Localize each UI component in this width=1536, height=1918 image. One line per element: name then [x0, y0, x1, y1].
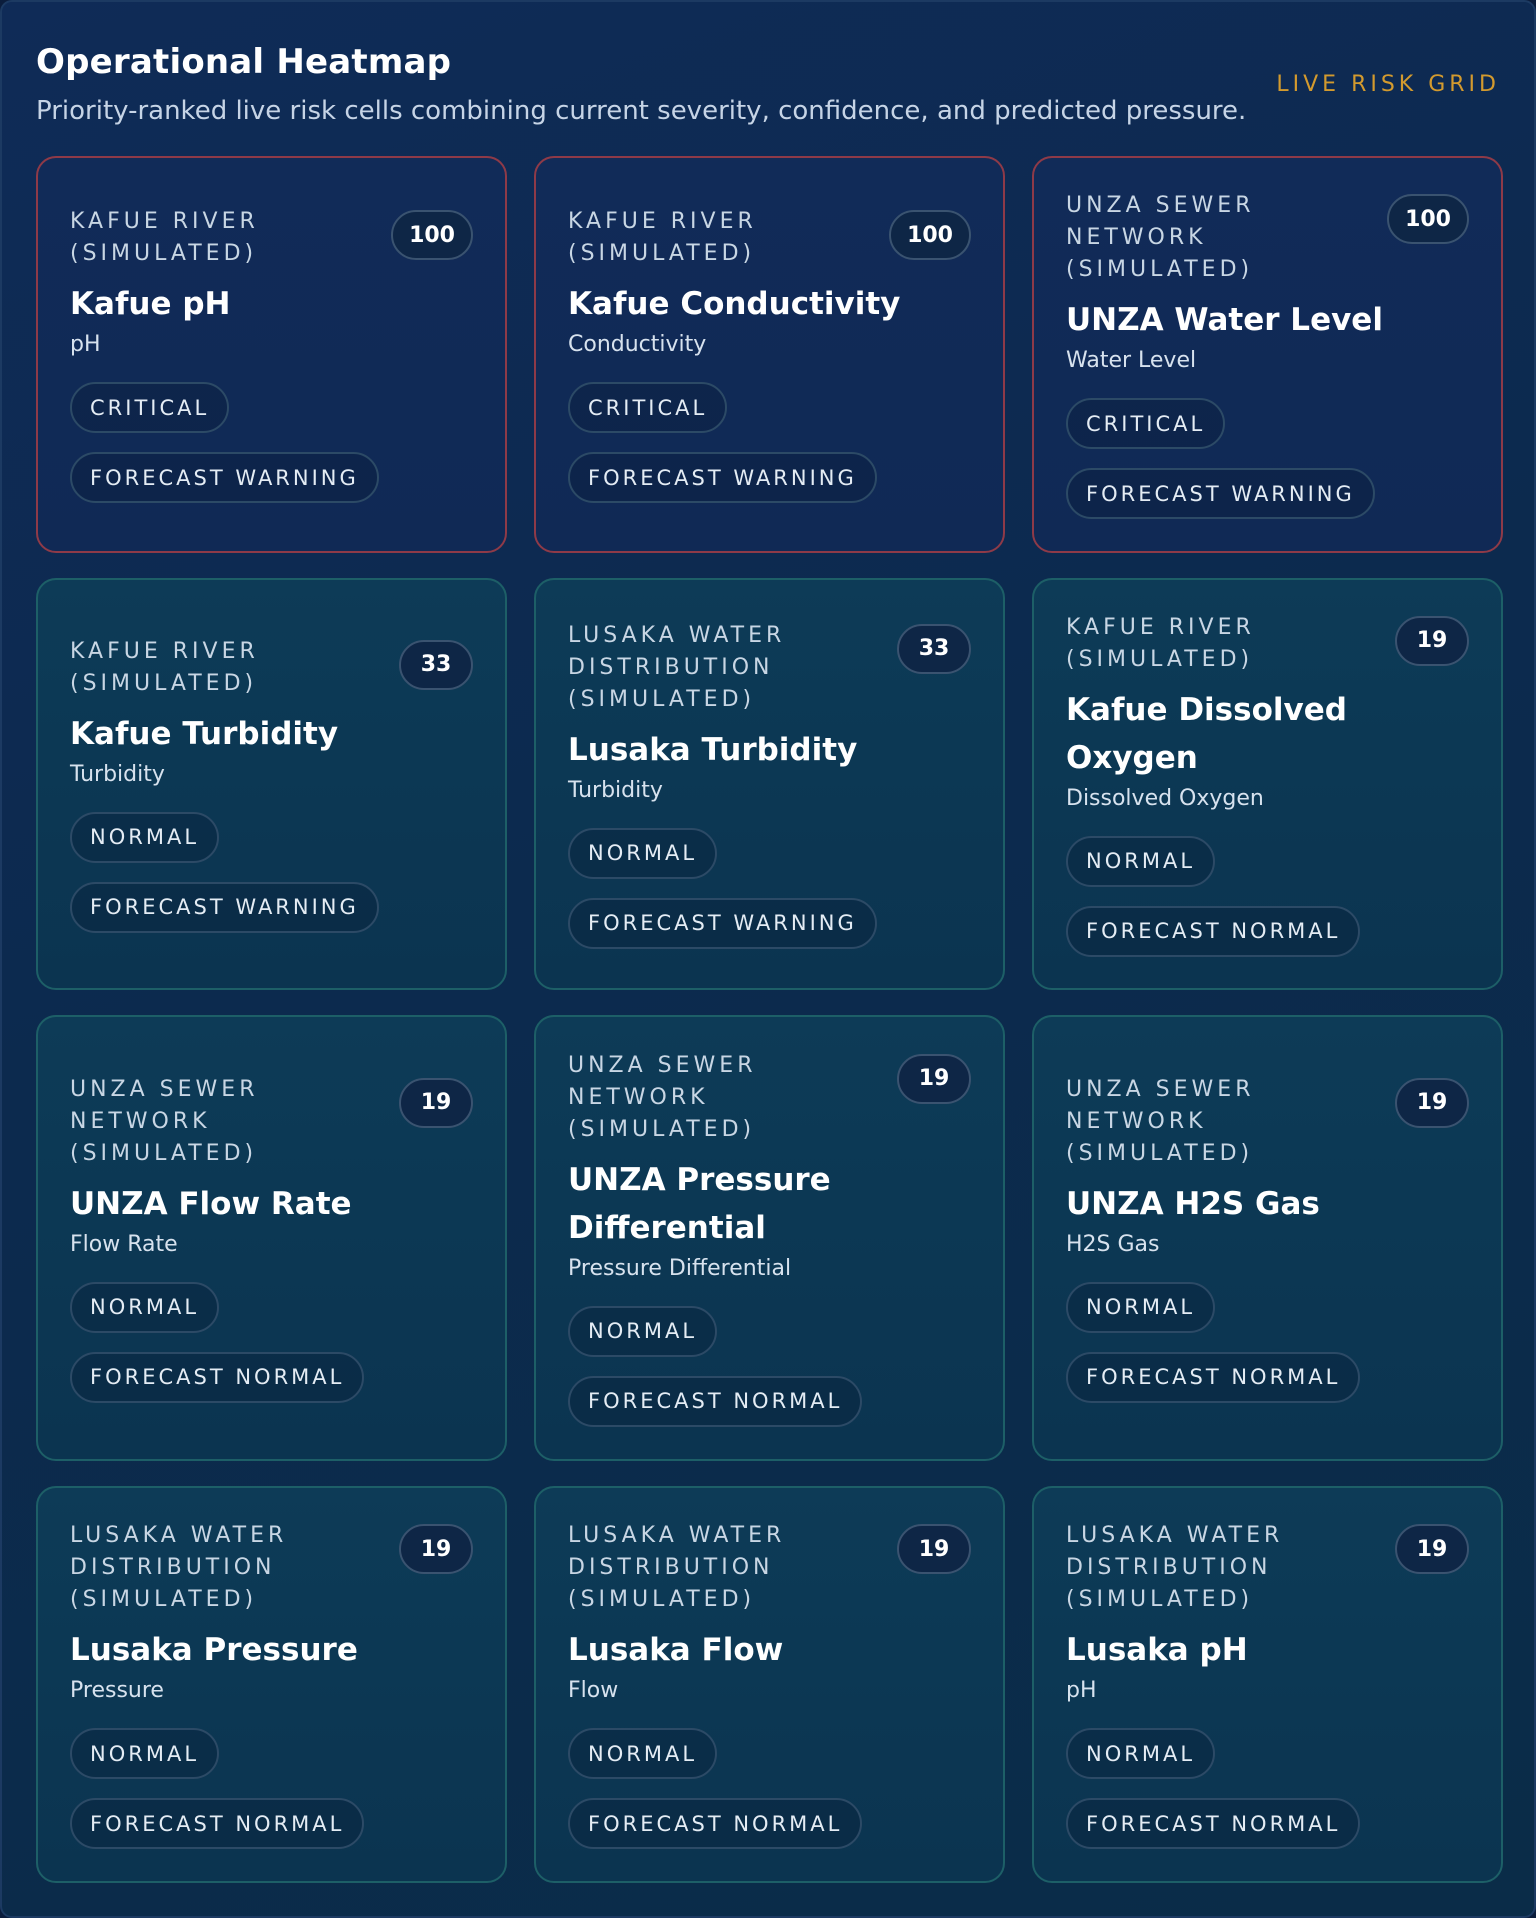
- risk-card[interactable]: UNZA SEWER NETWORK (SIMULATED) 19 UNZA P…: [534, 1015, 1005, 1461]
- card-site: LUSAKA WATER DISTRIBUTION (SIMULATED): [1066, 1523, 1284, 1612]
- panel-subtitle: Priority-ranked live risk cells combinin…: [36, 96, 1247, 126]
- status-badge: NORMAL: [568, 1305, 718, 1357]
- forecast-badge: FORECAST NORMAL: [568, 1798, 863, 1849]
- card-title: Lusaka Turbidity: [568, 731, 858, 768]
- forecast-badge: FORECAST NORMAL: [1066, 905, 1361, 957]
- card-metric: pH: [70, 332, 101, 357]
- status-badge: NORMAL: [70, 811, 220, 863]
- card-score-badge: 19: [1395, 1524, 1469, 1574]
- forecast-badge: FORECAST WARNING: [568, 452, 877, 503]
- risk-card[interactable]: KAFUE RIVER (SIMULATED) 19 Kafue Dissolv…: [1032, 578, 1503, 990]
- card-title: Kafue Dissolved Oxygen: [1066, 691, 1347, 776]
- card-metric: Conductivity: [568, 332, 707, 357]
- status-badge: CRITICAL: [1066, 398, 1226, 449]
- card-site: KAFUE RIVER (SIMULATED): [1066, 614, 1255, 672]
- card-title: Lusaka Flow: [568, 1632, 784, 1668]
- status-badge: NORMAL: [1066, 835, 1216, 887]
- card-site: UNZA SEWER NETWORK (SIMULATED): [1066, 193, 1255, 282]
- card-site: KAFUE RIVER (SIMULATED): [70, 638, 259, 696]
- risk-card[interactable]: LUSAKA WATER DISTRIBUTION (SIMULATED) 19…: [1032, 1486, 1503, 1883]
- forecast-badge: FORECAST NORMAL: [1066, 1351, 1361, 1403]
- live-risk-grid-tag: LIVE RISK GRID: [1276, 72, 1500, 97]
- card-title: UNZA H2S Gas: [1066, 1185, 1320, 1222]
- card-metric: Dissolved Oxygen: [1066, 785, 1264, 811]
- card-site: UNZA SEWER NETWORK (SIMULATED): [70, 1076, 259, 1166]
- status-badge: NORMAL: [1066, 1281, 1216, 1333]
- card-title: Lusaka Pressure: [70, 1632, 358, 1668]
- card-title: UNZA Pressure Differential: [568, 1161, 831, 1246]
- operational-heatmap-panel: Operational Heatmap Priority-ranked live…: [0, 0, 1536, 1918]
- card-score-badge: 19: [399, 1077, 473, 1128]
- status-badge: CRITICAL: [568, 382, 728, 433]
- card-title: Kafue pH: [70, 286, 231, 322]
- card-score-badge: 19: [1395, 615, 1469, 666]
- card-score-badge: 19: [399, 1524, 473, 1574]
- risk-card[interactable]: KAFUE RIVER (SIMULATED) 33 Kafue Turbidi…: [36, 578, 507, 990]
- card-score-badge: 19: [1395, 1077, 1469, 1128]
- card-metric: pH: [1066, 1678, 1097, 1703]
- panel-header: Operational Heatmap Priority-ranked live…: [36, 42, 1500, 142]
- card-metric: Turbidity: [70, 761, 165, 787]
- card-title: Kafue Conductivity: [568, 286, 901, 322]
- forecast-badge: FORECAST NORMAL: [568, 1375, 863, 1427]
- card-site: KAFUE RIVER (SIMULATED): [70, 209, 259, 266]
- card-score-badge: 33: [897, 623, 971, 674]
- status-badge: NORMAL: [70, 1281, 220, 1333]
- card-site: KAFUE RIVER (SIMULATED): [568, 209, 757, 266]
- card-title: Kafue Turbidity: [70, 715, 339, 752]
- risk-card[interactable]: UNZA SEWER NETWORK (SIMULATED) 100 UNZA …: [1032, 156, 1503, 553]
- card-score-badge: 33: [399, 639, 473, 690]
- card-metric: Flow: [568, 1678, 619, 1703]
- card-title: Lusaka pH: [1066, 1632, 1248, 1668]
- risk-card[interactable]: KAFUE RIVER (SIMULATED) 100 Kafue pH pH …: [36, 156, 507, 553]
- card-metric: Turbidity: [568, 777, 663, 803]
- card-score-badge: 100: [889, 210, 971, 260]
- card-score-badge: 100: [1387, 194, 1469, 244]
- status-badge: NORMAL: [568, 1728, 718, 1779]
- forecast-badge: FORECAST WARNING: [568, 897, 877, 949]
- card-score-badge: 100: [391, 210, 473, 260]
- card-metric: Pressure: [70, 1678, 164, 1703]
- status-badge: CRITICAL: [70, 382, 230, 433]
- card-site: LUSAKA WATER DISTRIBUTION (SIMULATED): [70, 1523, 288, 1612]
- status-badge: NORMAL: [1066, 1728, 1216, 1779]
- forecast-badge: FORECAST NORMAL: [70, 1798, 365, 1849]
- risk-card[interactable]: UNZA SEWER NETWORK (SIMULATED) 19 UNZA H…: [1032, 1015, 1503, 1461]
- card-title: UNZA Flow Rate: [70, 1185, 352, 1222]
- card-metric: Pressure Differential: [568, 1255, 792, 1281]
- card-site: LUSAKA WATER DISTRIBUTION (SIMULATED): [568, 1523, 786, 1612]
- forecast-badge: FORECAST WARNING: [70, 881, 379, 933]
- card-metric: Water Level: [1066, 348, 1197, 373]
- card-metric: H2S Gas: [1066, 1231, 1160, 1257]
- risk-card[interactable]: LUSAKA WATER DISTRIBUTION (SIMULATED) 19…: [534, 1486, 1005, 1883]
- card-site: LUSAKA WATER DISTRIBUTION (SIMULATED): [568, 622, 786, 712]
- card-score-badge: 19: [897, 1053, 971, 1104]
- card-metric: Flow Rate: [70, 1231, 178, 1257]
- forecast-badge: FORECAST WARNING: [1066, 468, 1375, 519]
- card-site: UNZA SEWER NETWORK (SIMULATED): [568, 1052, 757, 1142]
- risk-card[interactable]: LUSAKA WATER DISTRIBUTION (SIMULATED) 19…: [36, 1486, 507, 1883]
- risk-card[interactable]: KAFUE RIVER (SIMULATED) 100 Kafue Conduc…: [534, 156, 1005, 553]
- card-title: UNZA Water Level: [1066, 302, 1383, 338]
- risk-grid: KAFUE RIVER (SIMULATED) 100 Kafue pH pH …: [36, 156, 1504, 1883]
- card-score-badge: 19: [897, 1524, 971, 1574]
- risk-card[interactable]: LUSAKA WATER DISTRIBUTION (SIMULATED) 33…: [534, 578, 1005, 990]
- forecast-badge: FORECAST NORMAL: [1066, 1798, 1361, 1849]
- card-site: UNZA SEWER NETWORK (SIMULATED): [1066, 1076, 1255, 1166]
- status-badge: NORMAL: [70, 1728, 220, 1779]
- forecast-badge: FORECAST NORMAL: [70, 1351, 365, 1403]
- risk-card[interactable]: UNZA SEWER NETWORK (SIMULATED) 19 UNZA F…: [36, 1015, 507, 1461]
- forecast-badge: FORECAST WARNING: [70, 452, 379, 503]
- status-badge: NORMAL: [568, 827, 718, 879]
